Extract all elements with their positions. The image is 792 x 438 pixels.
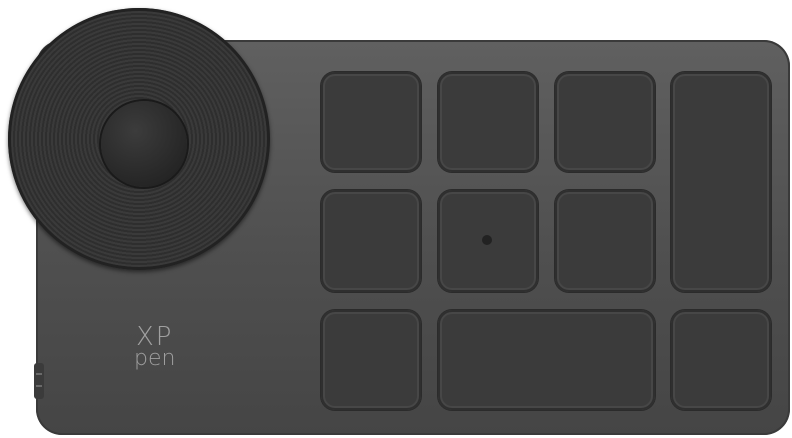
key-4-tall[interactable] <box>671 72 771 292</box>
key-3[interactable] <box>555 72 655 172</box>
key-2[interactable] <box>438 72 538 172</box>
xppen-logo: XP pen <box>134 324 175 370</box>
key-5[interactable] <box>321 190 421 292</box>
key-8[interactable] <box>321 310 421 410</box>
rotary-dial[interactable] <box>8 8 270 270</box>
key-bump-dot <box>482 235 492 245</box>
key-10[interactable] <box>671 310 771 410</box>
dial-center-button[interactable] <box>101 101 187 187</box>
key-9-wide[interactable] <box>438 310 655 410</box>
key-7[interactable] <box>555 190 655 292</box>
shortcut-remote: XP pen <box>0 0 792 438</box>
logo-line2: pen <box>134 346 176 371</box>
power-switch[interactable] <box>34 363 44 399</box>
key-1[interactable] <box>321 72 421 172</box>
key-6-dot[interactable] <box>438 190 538 292</box>
